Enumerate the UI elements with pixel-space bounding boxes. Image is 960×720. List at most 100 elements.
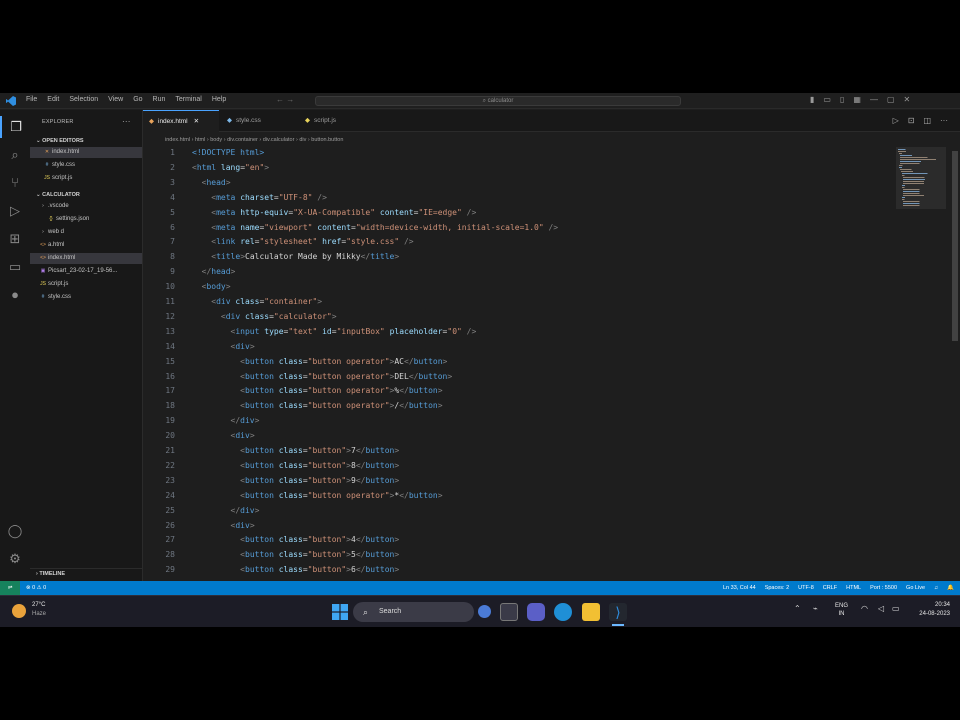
close-icon[interactable]: ✕ (194, 118, 199, 125)
network-tray-icon[interactable]: ⌁ (813, 604, 818, 613)
volume-icon[interactable]: ◁ (878, 604, 884, 613)
menu-item-selection[interactable]: Selection (69, 96, 98, 103)
code-line[interactable]: <!DOCTYPE html> (192, 148, 264, 157)
status-item[interactable]: Ln 33, Col 44 (723, 581, 756, 595)
menu-item-go[interactable]: Go (133, 96, 142, 103)
code-line[interactable]: <head> (192, 178, 231, 187)
code-line[interactable]: <div class="container"> (192, 297, 322, 306)
menu-item-run[interactable]: Run (153, 96, 166, 103)
minimap-viewport[interactable] (896, 147, 946, 209)
code-line[interactable]: <input type="text" id="inputBox" placeho… (192, 327, 477, 336)
explorer-icon[interactable]: ❐ (0, 116, 30, 138)
open-editor-item[interactable]: ✕ index.html (30, 147, 142, 158)
code-line[interactable]: <button class="button">6</button> (192, 565, 399, 574)
close-button[interactable]: ✕ (904, 95, 911, 104)
code-line[interactable]: <title>Calculator Made by Mikky</title> (192, 252, 399, 261)
status-item[interactable]: CRLF (823, 581, 837, 595)
nav-arrows[interactable]: ← → (276, 95, 294, 104)
open-editors-header[interactable]: ⌄ OPEN EDITORS (30, 136, 142, 146)
code-line[interactable]: </head> (192, 267, 236, 276)
code-line[interactable]: <button class="button">5</button> (192, 550, 399, 559)
language-indicator[interactable]: ENG IN (835, 602, 848, 618)
code-line[interactable]: <meta charset="UTF-8" /> (192, 193, 327, 202)
show-hidden-icons-icon[interactable]: ⌃ (794, 604, 801, 613)
open-editor-item[interactable]: JS script.js (30, 173, 142, 184)
code-line[interactable]: <link rel="stylesheet" href="style.css" … (192, 237, 413, 246)
status-item[interactable]: ♫ (934, 581, 938, 595)
minimap[interactable] (896, 147, 946, 267)
code-line[interactable]: <button class="button">8</button> (192, 461, 399, 470)
weather-temp[interactable]: 27°C (32, 602, 45, 608)
split-editor-icon[interactable]: ◫ (923, 116, 931, 125)
code-line[interactable]: <button class="button">9</button> (192, 476, 399, 485)
status-item[interactable]: Port : 5500 (870, 581, 897, 595)
explorer-tree-item[interactable]: # style.css (30, 292, 142, 303)
open-changes-icon[interactable]: ⊡ (908, 116, 915, 125)
minimize-button[interactable]: — (870, 95, 878, 104)
source-control-icon[interactable]: ⑂ (0, 172, 30, 194)
explorer-tree-item[interactable]: ▣ Picsart_23-02-17_19-56... (30, 266, 142, 277)
menu-item-view[interactable]: View (108, 96, 123, 103)
menu-item-help[interactable]: Help (212, 96, 226, 103)
explorer-tree-item[interactable]: <> a.html (30, 240, 142, 251)
tab-style-css[interactable]: ◆ style.css (221, 110, 297, 132)
code-line[interactable]: <button class="button operator">*</butto… (192, 491, 442, 500)
vscode-taskbar-icon[interactable]: ⟩ (609, 603, 627, 621)
code-line[interactable]: <button class="button">7</button> (192, 446, 399, 455)
toggle-panel-icon[interactable]: ▭ (823, 95, 831, 104)
file-explorer-icon[interactable] (582, 603, 600, 621)
teams-chat-icon[interactable] (527, 603, 545, 621)
breadcrumb-item[interactable]: html (195, 137, 205, 143)
problems-indicator[interactable]: ⊗ 0 ⚠ 0 (26, 581, 46, 595)
tab-script-js[interactable]: ◆ script.js (299, 110, 375, 132)
more-actions-icon[interactable]: ··· (940, 116, 948, 125)
breadcrumb-item[interactable]: div.calculator (263, 137, 295, 143)
code-line[interactable]: <button class="button">4</button> (192, 535, 399, 544)
code-line[interactable]: <div> (192, 521, 255, 530)
run-debug-icon[interactable]: ▷ (0, 200, 30, 222)
code-line[interactable]: <div> (192, 342, 255, 351)
code-line[interactable]: <div class="calculator"> (192, 312, 337, 321)
task-view-icon[interactable] (500, 603, 518, 621)
maximize-button[interactable]: ▢ (887, 95, 895, 104)
breadcrumb-item[interactable]: body (210, 137, 222, 143)
clock[interactable]: 20:34 24-08-2023 (906, 601, 950, 619)
menu-item-file[interactable]: File (26, 96, 37, 103)
timeline-header[interactable]: › TIMELINE (30, 568, 142, 578)
explorer-tree-item[interactable]: › web d (30, 227, 142, 238)
search-icon[interactable]: ⌕ (0, 144, 30, 166)
wifi-icon[interactable]: ◠ (861, 604, 868, 613)
breadcrumb-item[interactable]: index.html (165, 137, 190, 143)
extensions-icon[interactable]: ⊞ (0, 228, 30, 250)
windows-start-icon[interactable] (332, 604, 348, 620)
vertical-scrollbar[interactable] (950, 147, 960, 581)
code-line[interactable]: <button class="button operator">AC</butt… (192, 357, 447, 366)
code-line[interactable]: <body> (192, 282, 231, 291)
explorer-tree-item[interactable]: {} settings.json (30, 214, 142, 225)
status-item[interactable]: HTML (846, 581, 861, 595)
menu-item-edit[interactable]: Edit (47, 96, 59, 103)
bing-icon[interactable] (478, 605, 491, 618)
remote-explorer-icon[interactable]: ▭ (0, 256, 30, 278)
code-line[interactable]: <button class="button operator">DEL</but… (192, 372, 452, 381)
status-item[interactable]: UTF-8 (798, 581, 814, 595)
status-item[interactable]: Spaces: 2 (765, 581, 789, 595)
code-line[interactable]: <div> (192, 431, 255, 440)
taskbar-search[interactable]: ⌕ Search (353, 602, 474, 622)
code-line[interactable]: <meta name="viewport" content="width=dev… (192, 223, 558, 232)
settings-gear-icon[interactable]: ⚙ (0, 548, 30, 570)
go-live-preview-icon[interactable]: ▷ (893, 116, 899, 125)
code-line[interactable]: <html lang="en"> (192, 163, 269, 172)
code-line[interactable]: <button class="button operator">/</butto… (192, 401, 442, 410)
code-line[interactable]: <button class="button operator">%</butto… (192, 386, 442, 395)
toggle-secondary-icon[interactable]: ▯ (840, 95, 844, 104)
status-item[interactable]: Go Live (906, 581, 925, 595)
breadcrumb-item[interactable]: div.container (227, 137, 258, 143)
scrollbar-thumb[interactable] (952, 151, 958, 341)
more-actions-icon[interactable]: ··· (122, 117, 131, 126)
open-editor-item[interactable]: # style.css (30, 160, 142, 171)
toggle-sidebar-icon[interactable]: ▮ (810, 95, 814, 104)
remote-indicator-icon[interactable]: ⇌ (0, 581, 20, 595)
battery-icon[interactable]: ▭ (892, 604, 900, 613)
status-item[interactable]: 🔔 (947, 581, 954, 595)
